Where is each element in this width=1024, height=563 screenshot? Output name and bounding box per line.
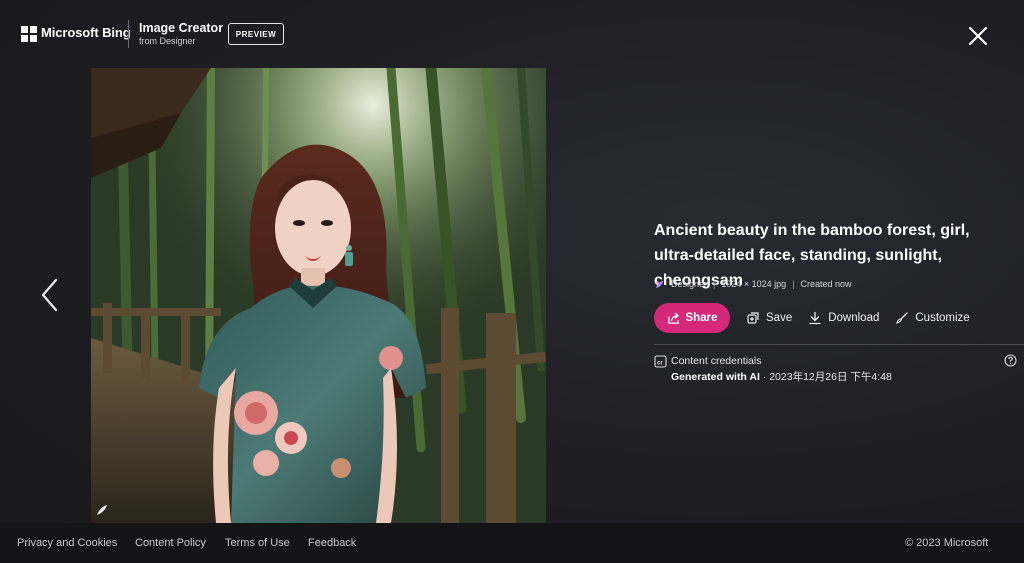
footer-link-terms[interactable]: Terms of Use (225, 537, 290, 549)
footer-link-content-policy[interactable]: Content Policy (135, 537, 206, 549)
download-button[interactable]: Download (808, 311, 879, 325)
microsoft-logo-icon[interactable] (21, 26, 37, 42)
image-source[interactable]: Designer (671, 279, 707, 289)
generated-with-ai: Generated with AI (671, 371, 760, 383)
image-dimensions: 1024 × 1024 jpg (721, 279, 787, 289)
image-created: Created now (800, 279, 852, 289)
download-icon (809, 311, 821, 325)
footer-link-privacy[interactable]: Privacy and Cookies (17, 537, 117, 549)
meta-separator: | (792, 279, 795, 289)
header-divider (128, 20, 129, 48)
download-label: Download (828, 312, 880, 324)
generated-image-artwork (91, 68, 546, 523)
help-icon[interactable] (1004, 354, 1017, 367)
share-label: Share (685, 312, 718, 324)
share-button[interactable]: Share (654, 303, 730, 333)
header: Microsoft Bing Image Creator from Design… (0, 0, 1024, 68)
action-bar: Share Save Download Customize (654, 303, 970, 333)
preview-badge: PREVIEW (228, 23, 284, 45)
svg-text:cr: cr (657, 361, 663, 367)
app-subtitle: from Designer (139, 36, 196, 46)
generated-image[interactable] (91, 68, 546, 523)
content-credentials-icon: cr (654, 355, 667, 368)
image-meta: Designer | 1024 × 1024 jpg | Created now (654, 277, 852, 291)
footer-link-feedback[interactable]: Feedback (308, 537, 356, 549)
save-collection-icon (747, 312, 759, 324)
save-button[interactable]: Save (746, 311, 792, 325)
app-title[interactable]: Image Creator (139, 21, 223, 35)
chevron-left-icon (41, 278, 58, 312)
share-icon (667, 312, 679, 324)
image-viewer: Microsoft Bing Image Creator from Design… (0, 0, 1024, 563)
designer-icon (655, 280, 664, 288)
footer: Privacy and Cookies Content Policy Terms… (0, 523, 1024, 563)
close-icon (968, 26, 988, 46)
close-button[interactable] (964, 22, 992, 50)
customize-label: Customize (915, 312, 970, 324)
content-credentials-detail: Generated with AI · 2023年12月26日 下午4:48 (671, 369, 892, 384)
brand-name[interactable]: Microsoft Bing (41, 25, 131, 40)
meta-separator: | (713, 279, 716, 289)
customize-brush-icon (896, 312, 909, 324)
panel-divider (654, 344, 1024, 345)
copyright: © 2023 Microsoft (905, 537, 989, 549)
content-credentials-label: Content credentials (671, 355, 762, 367)
save-label: Save (766, 312, 793, 324)
customize-button[interactable]: Customize (895, 311, 970, 325)
designer-watermark-icon (97, 505, 107, 515)
generated-timestamp: · 2023年12月26日 下午4:48 (759, 371, 892, 383)
previous-image-button[interactable] (36, 276, 66, 314)
